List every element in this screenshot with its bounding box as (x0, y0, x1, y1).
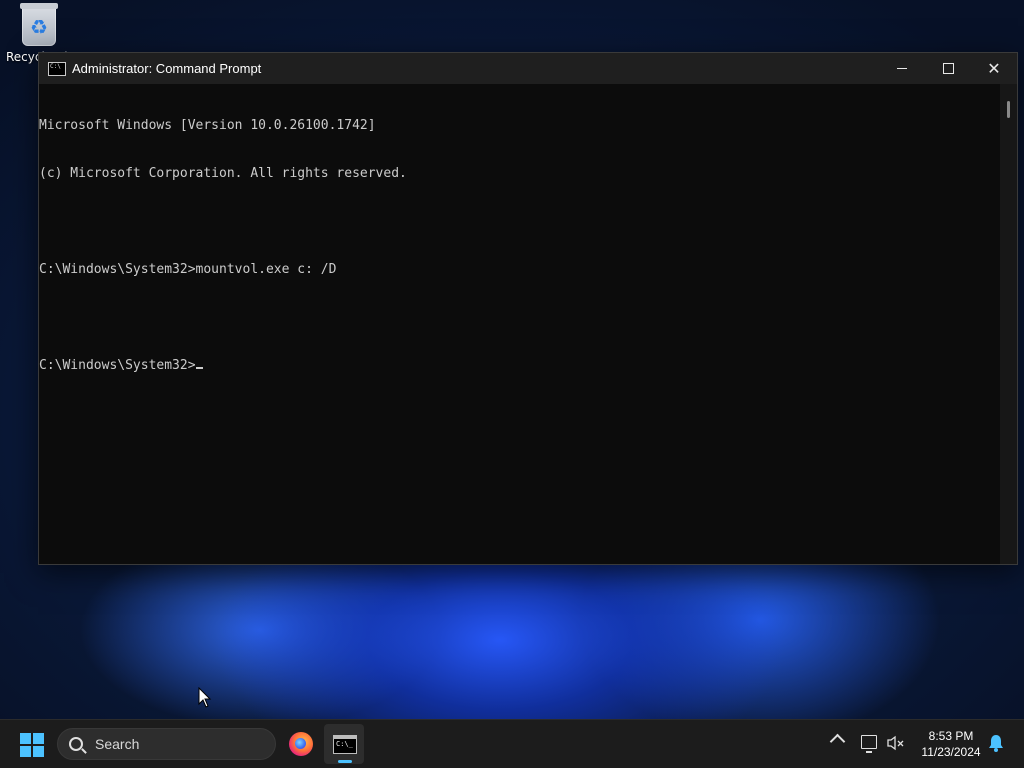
console-line: Microsoft Windows [Version 10.0.26100.17… (39, 118, 376, 133)
console-line: C:\Windows\System32>mountvol.exe c: /D (39, 262, 337, 277)
text-cursor (195, 367, 203, 369)
cmd-icon (333, 735, 357, 754)
recycle-bin-icon: ♻ (20, 3, 58, 46)
search-placeholder: Search (95, 736, 140, 752)
maximize-icon (942, 63, 954, 74)
active-indicator (338, 760, 352, 763)
taskbar: Search 8:53 PM 11/23/2024 (0, 719, 1024, 768)
firefox-icon (289, 732, 313, 756)
console-line: (c) Microsoft Corporation. All rights re… (39, 166, 407, 181)
close-icon: ✕ (987, 58, 1001, 78)
start-button[interactable] (20, 733, 44, 757)
network-icon[interactable] (861, 735, 877, 753)
window-title: Administrator: Command Prompt (72, 61, 262, 76)
taskbar-app-firefox[interactable] (281, 724, 321, 764)
minimize-button[interactable] (879, 53, 925, 84)
console-prompt-line[interactable]: C:\Windows\System32> (39, 358, 1000, 374)
window-titlebar[interactable]: Administrator: Command Prompt ✕ (39, 53, 1017, 84)
mouse-pointer-icon (198, 687, 212, 708)
vertical-scrollbar[interactable] (1000, 84, 1017, 564)
speaker-muted-icon[interactable] (887, 735, 905, 751)
console-prompt: C:\Windows\System32> (39, 358, 196, 373)
cmd-icon (48, 61, 66, 76)
window-controls: ✕ (879, 53, 1017, 84)
notification-bell-icon[interactable] (988, 733, 1004, 753)
chevron-up-icon[interactable] (829, 733, 846, 750)
clock-date: 11/23/2024 (921, 745, 981, 759)
scrollbar-thumb[interactable] (1007, 101, 1010, 118)
system-clock[interactable]: 8:53 PM 11/23/2024 (912, 728, 990, 760)
clock-time: 8:53 PM (928, 729, 974, 743)
search-icon (69, 737, 83, 751)
close-button[interactable]: ✕ (971, 53, 1017, 84)
minimize-icon (897, 68, 907, 69)
maximize-button[interactable] (925, 53, 971, 84)
command-prompt-window[interactable]: Administrator: Command Prompt ✕ Microsof… (38, 52, 1018, 565)
taskbar-app-command-prompt[interactable] (324, 724, 364, 764)
taskbar-search[interactable]: Search (57, 728, 276, 760)
console-output[interactable]: Microsoft Windows [Version 10.0.26100.17… (39, 84, 1000, 564)
